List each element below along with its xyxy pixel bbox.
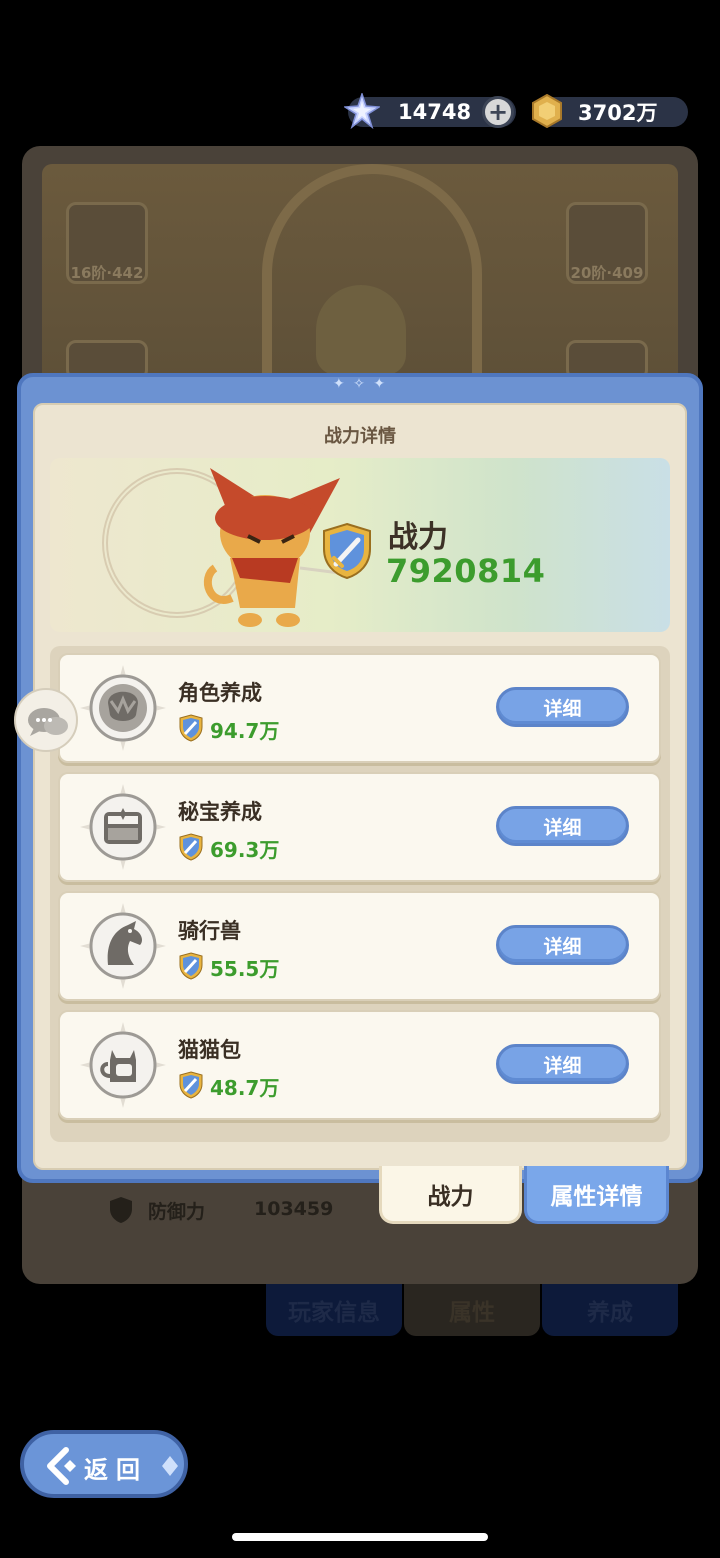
- power-mini-icon: [179, 952, 203, 980]
- row-name-mount: 骑行兽: [178, 919, 241, 943]
- power-label: 战力: [388, 520, 448, 555]
- defense-label: 防御力: [148, 1200, 206, 1223]
- gold-count: 3702万: [578, 101, 658, 125]
- power-mini-icon: [179, 1071, 203, 1099]
- treasure-icon: [80, 784, 166, 870]
- home-indicator[interactable]: [232, 1533, 488, 1541]
- defense-shield-icon: [110, 1197, 132, 1223]
- power-shield-icon: [323, 522, 371, 580]
- mount-horse-icon: [80, 903, 166, 989]
- cat-bag-icon: [80, 1022, 166, 1108]
- detail-button-character[interactable]: 详细: [496, 687, 629, 727]
- equipment-slot-left: 16阶·442: [66, 202, 148, 284]
- gem-count: 14748: [398, 100, 472, 124]
- equipment-slot-right: 20阶·409: [566, 202, 648, 284]
- gold-currency: 3702万: [532, 94, 688, 128]
- row-value-treasure: 69.3万: [210, 838, 280, 862]
- detail-button-cat-bag[interactable]: 详细: [496, 1044, 629, 1084]
- popup-top-ornament: ✦ ✧ ✦: [332, 376, 388, 392]
- diamond-ornament-icon: [162, 1456, 178, 1476]
- slot-left-label: 16阶·442: [70, 264, 144, 282]
- row-name-character: 角色养成: [178, 681, 262, 705]
- crystal-icon: [344, 93, 380, 129]
- tab-attributes-bg[interactable]: 属性: [404, 1284, 540, 1336]
- defense-stat: 防御力: [108, 1196, 205, 1224]
- gem-currency: 14748 +: [344, 93, 516, 129]
- popup-title: 战力详情: [324, 426, 396, 447]
- detail-button-treasure[interactable]: 详细: [496, 806, 629, 846]
- chat-icon: [28, 708, 68, 736]
- row-value-character: 94.7万: [210, 719, 280, 743]
- back-arrow-icon: [47, 1447, 76, 1485]
- detail-button-mount[interactable]: 详细: [496, 925, 629, 965]
- power-mini-icon: [179, 714, 203, 742]
- back-label: 返回: [84, 1456, 148, 1484]
- row-name-treasure: 秘宝养成: [178, 800, 262, 824]
- back-button[interactable]: 返回: [20, 1430, 188, 1498]
- tab-cultivation[interactable]: 养成: [542, 1284, 678, 1336]
- power-value: 7920814: [386, 552, 546, 590]
- row-name-cat-bag: 猫猫包: [178, 1038, 241, 1062]
- plus-icon: +: [487, 98, 509, 126]
- character-icon: [80, 665, 166, 751]
- row-value-mount: 55.5万: [210, 957, 280, 981]
- tab-power[interactable]: 战力: [379, 1166, 522, 1224]
- row-value-cat-bag: 48.7万: [210, 1076, 280, 1100]
- character-portrait: [316, 285, 406, 375]
- gold-coin-icon: [532, 94, 562, 128]
- slot-right-label: 20阶·409: [570, 264, 644, 282]
- tab-player-info[interactable]: 玩家信息: [266, 1284, 402, 1336]
- tab-attribute-details[interactable]: 属性详情: [524, 1166, 669, 1224]
- power-mini-icon: [179, 833, 203, 861]
- chat-button[interactable]: [14, 688, 78, 752]
- add-gems-button[interactable]: +: [482, 96, 514, 128]
- defense-value: 103459: [254, 1198, 334, 1220]
